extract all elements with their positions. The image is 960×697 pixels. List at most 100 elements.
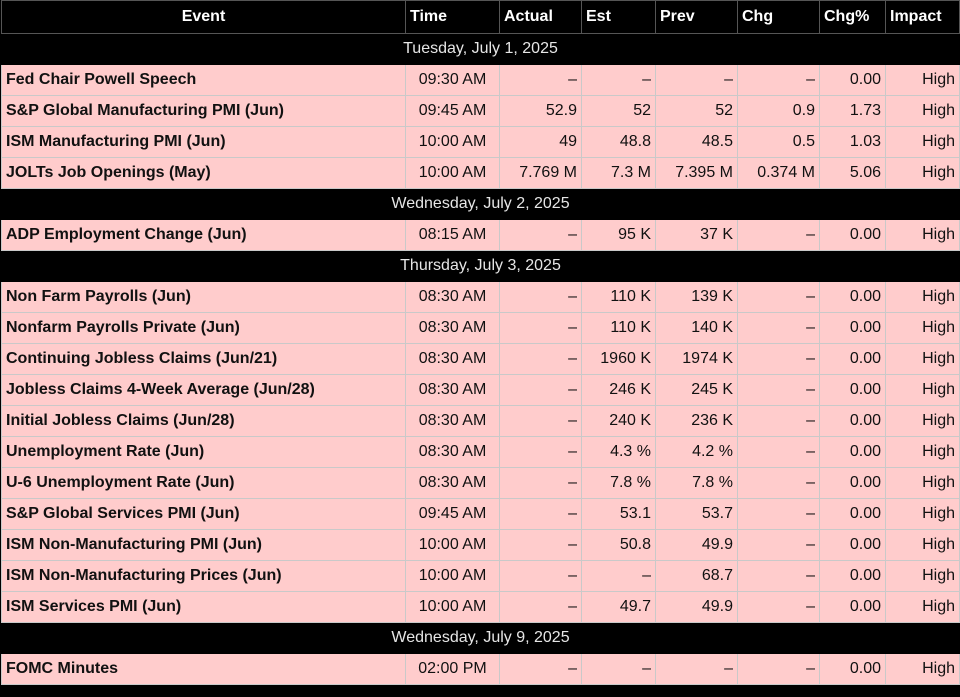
table-row[interactable]: Unemployment Rate (Jun) 08:30 AM –4.3 % 4.2… bbox=[1, 436, 960, 468]
cell-impact: High bbox=[885, 529, 960, 561]
cell-event: S&P Global Services PMI (Jun) bbox=[1, 498, 406, 530]
table-row[interactable]: Initial Jobless Claims (Jun/28) 08:30 AM –… bbox=[1, 405, 960, 437]
cell-est: 48.8 bbox=[581, 126, 656, 158]
cell-est: 49.7 bbox=[581, 591, 656, 623]
table-row[interactable]: ISM Non-Manufacturing Prices (Jun) 10:00 … bbox=[1, 560, 960, 592]
table-row[interactable]: S&P Global Services PMI (Jun) 09:45 AM –53… bbox=[1, 498, 960, 530]
cell-actual: – bbox=[499, 343, 582, 375]
cell-event: ISM Services PMI (Jun) bbox=[1, 591, 406, 623]
table-row[interactable]: ISM Non-Manufacturing PMI (Jun) 10:00 AM –… bbox=[1, 529, 960, 561]
cell-event: Fed Chair Powell Speech bbox=[1, 64, 406, 96]
cell-chg: – bbox=[737, 560, 820, 592]
cell-prev: 139 K bbox=[655, 281, 738, 313]
table-row[interactable]: Fed Chair Powell Speech 09:30 AM – – – –0.00 H… bbox=[1, 64, 960, 96]
cell-impact: High bbox=[885, 219, 960, 251]
cell-chg-pct: 0.00 bbox=[819, 529, 886, 561]
cell-chg: – bbox=[737, 405, 820, 437]
date-group-header: Wednesday, July 9, 2025 bbox=[1, 622, 960, 654]
col-header-prev[interactable]: Prev bbox=[655, 0, 738, 34]
cell-time: 10:00 AM bbox=[405, 126, 500, 158]
col-header-impact[interactable]: Impact bbox=[885, 0, 960, 34]
cell-chg-pct: 5.06 bbox=[819, 157, 886, 189]
cell-est: 110 K bbox=[581, 281, 656, 313]
cell-est: 7.3 M bbox=[581, 157, 656, 189]
cell-chg-pct: 1.03 bbox=[819, 126, 886, 158]
col-header-event[interactable]: Event bbox=[1, 0, 406, 34]
col-header-est[interactable]: Est bbox=[581, 0, 656, 34]
cell-est: – bbox=[581, 560, 656, 592]
cell-est: 4.3 % bbox=[581, 436, 656, 468]
cell-chg: – bbox=[737, 498, 820, 530]
cell-event: U-6 Unemployment Rate (Jun) bbox=[1, 467, 406, 499]
table-row[interactable]: ADP Employment Change (Jun) 08:15 AM –95 K… bbox=[1, 219, 960, 251]
cell-prev: – bbox=[655, 653, 738, 685]
cell-chg-pct: 0.00 bbox=[819, 560, 886, 592]
cell-chg-pct: 0.00 bbox=[819, 281, 886, 313]
table-row[interactable]: Nonfarm Payrolls Private (Jun) 08:30 AM –1… bbox=[1, 312, 960, 344]
cell-chg-pct: 0.00 bbox=[819, 374, 886, 406]
cell-est: 240 K bbox=[581, 405, 656, 437]
col-header-time[interactable]: Time bbox=[405, 0, 500, 34]
cell-event: ISM Non-Manufacturing PMI (Jun) bbox=[1, 529, 406, 561]
cell-event: FOMC Minutes bbox=[1, 653, 406, 685]
col-header-actual[interactable]: Actual bbox=[499, 0, 582, 34]
cell-chg: – bbox=[737, 343, 820, 375]
cell-chg: – bbox=[737, 219, 820, 251]
col-header-chg-pct[interactable]: Chg% bbox=[819, 0, 886, 34]
cell-chg: – bbox=[737, 467, 820, 499]
cell-est: 52 bbox=[581, 95, 656, 127]
cell-est: 50.8 bbox=[581, 529, 656, 561]
cell-time: 09:45 AM bbox=[405, 95, 500, 127]
col-header-chg[interactable]: Chg bbox=[737, 0, 820, 34]
cell-event: S&P Global Manufacturing PMI (Jun) bbox=[1, 95, 406, 127]
cell-chg: – bbox=[737, 281, 820, 313]
cell-chg: – bbox=[737, 374, 820, 406]
table-row[interactable]: U-6 Unemployment Rate (Jun) 08:30 AM –7.8 … bbox=[1, 467, 960, 499]
cell-actual: – bbox=[499, 64, 582, 96]
cell-prev: 4.2 % bbox=[655, 436, 738, 468]
cell-actual: – bbox=[499, 436, 582, 468]
table-row[interactable]: Continuing Jobless Claims (Jun/21) 08:30 … bbox=[1, 343, 960, 375]
cell-chg-pct: 0.00 bbox=[819, 343, 886, 375]
cell-chg: 0.5 bbox=[737, 126, 820, 158]
cell-impact: High bbox=[885, 157, 960, 189]
cell-chg-pct: 0.00 bbox=[819, 591, 886, 623]
cell-actual: – bbox=[499, 281, 582, 313]
cell-time: 08:30 AM bbox=[405, 436, 500, 468]
cell-prev: 49.9 bbox=[655, 591, 738, 623]
table-row[interactable]: FOMC Minutes 02:00 PM – – – –0.00 High bbox=[1, 653, 960, 685]
cell-impact: High bbox=[885, 281, 960, 313]
cell-time: 10:00 AM bbox=[405, 157, 500, 189]
cell-chg-pct: 0.00 bbox=[819, 64, 886, 96]
cell-chg: – bbox=[737, 64, 820, 96]
cell-est: 110 K bbox=[581, 312, 656, 344]
cell-chg: – bbox=[737, 436, 820, 468]
cell-actual: – bbox=[499, 591, 582, 623]
cell-time: 08:30 AM bbox=[405, 374, 500, 406]
cell-chg-pct: 0.00 bbox=[819, 312, 886, 344]
cell-chg-pct: 0.00 bbox=[819, 436, 886, 468]
cell-prev: 52 bbox=[655, 95, 738, 127]
cell-event: ISM Manufacturing PMI (Jun) bbox=[1, 126, 406, 158]
table-row[interactable]: Jobless Claims 4-Week Average (Jun/28) 08… bbox=[1, 374, 960, 406]
cell-impact: High bbox=[885, 126, 960, 158]
date-label: Wednesday, July 9, 2025 bbox=[1, 622, 960, 654]
cell-time: 08:30 AM bbox=[405, 343, 500, 375]
cell-prev: 140 K bbox=[655, 312, 738, 344]
cell-time: 08:30 AM bbox=[405, 281, 500, 313]
table-row[interactable]: Non Farm Payrolls (Jun) 08:30 AM –110 K 139… bbox=[1, 281, 960, 313]
cell-time: 08:15 AM bbox=[405, 219, 500, 251]
cell-est: 95 K bbox=[581, 219, 656, 251]
cell-chg: – bbox=[737, 653, 820, 685]
cell-prev: 245 K bbox=[655, 374, 738, 406]
table-row[interactable]: ISM Services PMI (Jun) 10:00 AM –49.7 49.9–… bbox=[1, 591, 960, 623]
cell-prev: 48.5 bbox=[655, 126, 738, 158]
cell-impact: High bbox=[885, 436, 960, 468]
cell-chg-pct: 0.00 bbox=[819, 653, 886, 685]
cell-chg: – bbox=[737, 529, 820, 561]
table-row[interactable]: S&P Global Manufacturing PMI (Jun) 09:45 … bbox=[1, 95, 960, 127]
cell-actual: – bbox=[499, 498, 582, 530]
table-row[interactable]: ISM Manufacturing PMI (Jun) 10:00 AM 49 48.… bbox=[1, 126, 960, 158]
cell-time: 10:00 AM bbox=[405, 591, 500, 623]
table-row[interactable]: JOLTs Job Openings (May) 10:00 AM 7.769 M7… bbox=[1, 157, 960, 189]
